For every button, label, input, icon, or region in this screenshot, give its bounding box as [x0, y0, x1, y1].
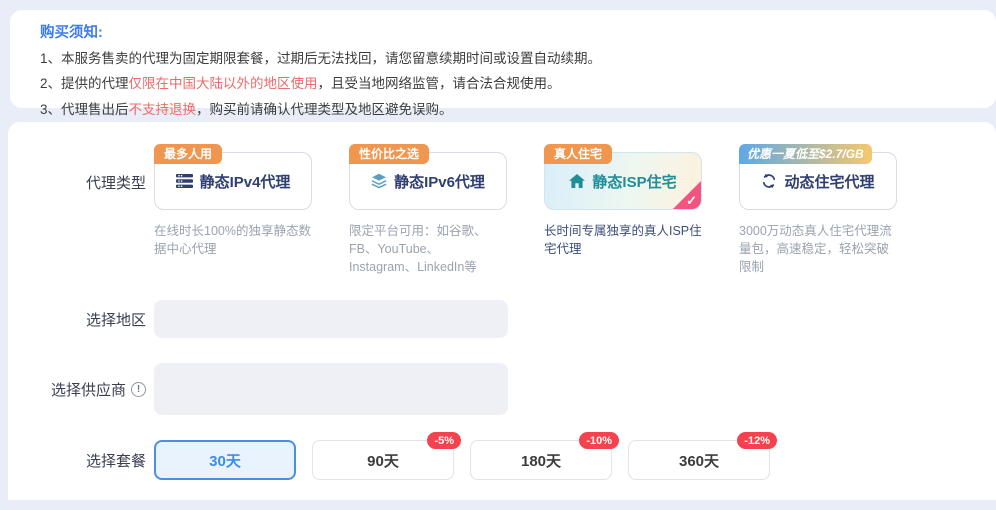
supplier-select[interactable] [154, 363, 508, 416]
notice-item-1: 1、本服务售卖的代理为固定期限套餐，过期后无法找回，请您留意续期时间或设置自动续… [40, 49, 972, 69]
purchase-form-panel: 代理类型 最多人用 静态IPv4代理 在线时长100%的独享静态数据中心代理 性… [8, 122, 996, 500]
proxy-type-card-isp: 真人住宅 静态ISP住宅 ✓ 长时间专属独享的真人ISP住宅代理 [544, 144, 702, 276]
discount-badge: -5% [427, 432, 461, 450]
card-badge-real-residential: 真人住宅 [544, 144, 613, 164]
supplier-label: 选择供应商 ! [8, 379, 146, 400]
proxy-type-row: 代理类型 最多人用 静态IPv4代理 在线时长100%的独享静态数据中心代理 性… [8, 144, 996, 276]
notice-item-2-text: 2、提供的代理 [40, 76, 129, 92]
proxy-type-label: 代理类型 [85, 175, 146, 192]
card-description: 3000万动态真人住宅代理流量包，高速稳定，轻松突破限制 [739, 224, 892, 275]
package-option-30d[interactable]: 30天 [154, 440, 296, 481]
card-description: 长时间专属独享的真人ISP住宅代理 [544, 224, 702, 257]
supplier-row: 选择供应商 ! [8, 363, 996, 416]
discount-badge: -10% [579, 432, 619, 450]
refresh-icon [761, 173, 777, 189]
proxy-type-card-dynamic: 优惠一夏低至$2.7/GB 动态住宅代理 3000万动态真人住宅代理流量包，高速… [739, 144, 897, 276]
discount-badge: -12% [737, 432, 777, 450]
package-option-label: 180天 [520, 452, 562, 470]
package-option-360d[interactable]: 360天 -12% [628, 432, 777, 481]
card-title: 静态ISP住宅 [592, 173, 677, 191]
card-description: 限定平台可用：如谷歌、FB、YouTube、Instagram、LinkedIn… [349, 224, 487, 275]
notice-item-2-tail: ，且受当地网络监管，请合法合规使用。 [317, 76, 561, 92]
card-description: 在线时长100%的独享静态数据中心代理 [154, 224, 311, 257]
card-title: 静态IPv4代理 [199, 173, 291, 191]
proxy-type-cards: 最多人用 静态IPv4代理 在线时长100%的独享静态数据中心代理 性价比之选 … [154, 144, 897, 276]
check-icon: ✓ [686, 193, 697, 208]
proxy-type-card-ipv6: 性价比之选 静态IPv6代理 限定平台可用：如谷歌、FB、YouTube、Ins… [349, 144, 507, 276]
layers-icon [371, 173, 387, 189]
package-option-180d[interactable]: 180天 -10% [470, 432, 619, 481]
region-select[interactable] [154, 300, 508, 339]
card-badge-summer-promo: 优惠一夏低至$2.7/GB [739, 144, 872, 164]
package-row: 选择套餐 30天 90天 -5% 180天 -10% 360天 -12% [8, 432, 996, 481]
package-option-label: 30天 [209, 452, 241, 470]
notice-title: 购买须知: [40, 25, 103, 41]
supplier-label-text: 选择供应商 [50, 381, 126, 399]
package-label: 选择套餐 [85, 452, 146, 470]
package-options: 30天 90天 -5% 180天 -10% 360天 -12% [154, 432, 777, 481]
notice-item-3-text: 3、代理售出后 [40, 101, 129, 117]
notice-item-3: 3、代理售出后不支持退换，购买前请确认代理类型及地区避免误购。 [40, 100, 972, 120]
notice-item-2: 2、提供的代理仅限在中国大陆以外的地区使用，且受当地网络监管，请合法合规使用。 [40, 74, 972, 94]
notice-item-2-highlight: 仅限在中国大陆以外的地区使用 [128, 76, 318, 92]
server-icon [175, 174, 193, 188]
notice-item-3-tail: ，购买前请确认代理类型及地区避免误购。 [196, 101, 453, 117]
package-option-label: 90天 [367, 452, 399, 470]
card-badge-best-value: 性价比之选 [349, 144, 430, 164]
notice-item-1-text: 1、本服务售卖的代理为固定期限套餐，过期后无法找回，请您留意续期时间或设置自动续… [40, 51, 602, 66]
card-title: 静态IPv6代理 [394, 173, 485, 191]
proxy-type-card-ipv4: 最多人用 静态IPv4代理 在线时长100%的独享静态数据中心代理 [154, 144, 312, 276]
purchase-notice: 购买须知: 1、本服务售卖的代理为固定期限套餐，过期后无法找回，请您留意续期时间… [10, 10, 996, 117]
region-row: 选择地区 [8, 300, 996, 339]
card-title: 动态住宅代理 [784, 173, 875, 191]
info-icon[interactable]: ! [131, 381, 146, 397]
region-label: 选择地区 [85, 311, 146, 329]
card-badge-most-used: 最多人用 [154, 144, 223, 164]
package-option-90d[interactable]: 90天 -5% [312, 432, 461, 481]
package-option-label: 360天 [678, 452, 720, 470]
home-icon [569, 174, 586, 188]
notice-item-3-highlight: 不支持退换 [128, 101, 197, 117]
